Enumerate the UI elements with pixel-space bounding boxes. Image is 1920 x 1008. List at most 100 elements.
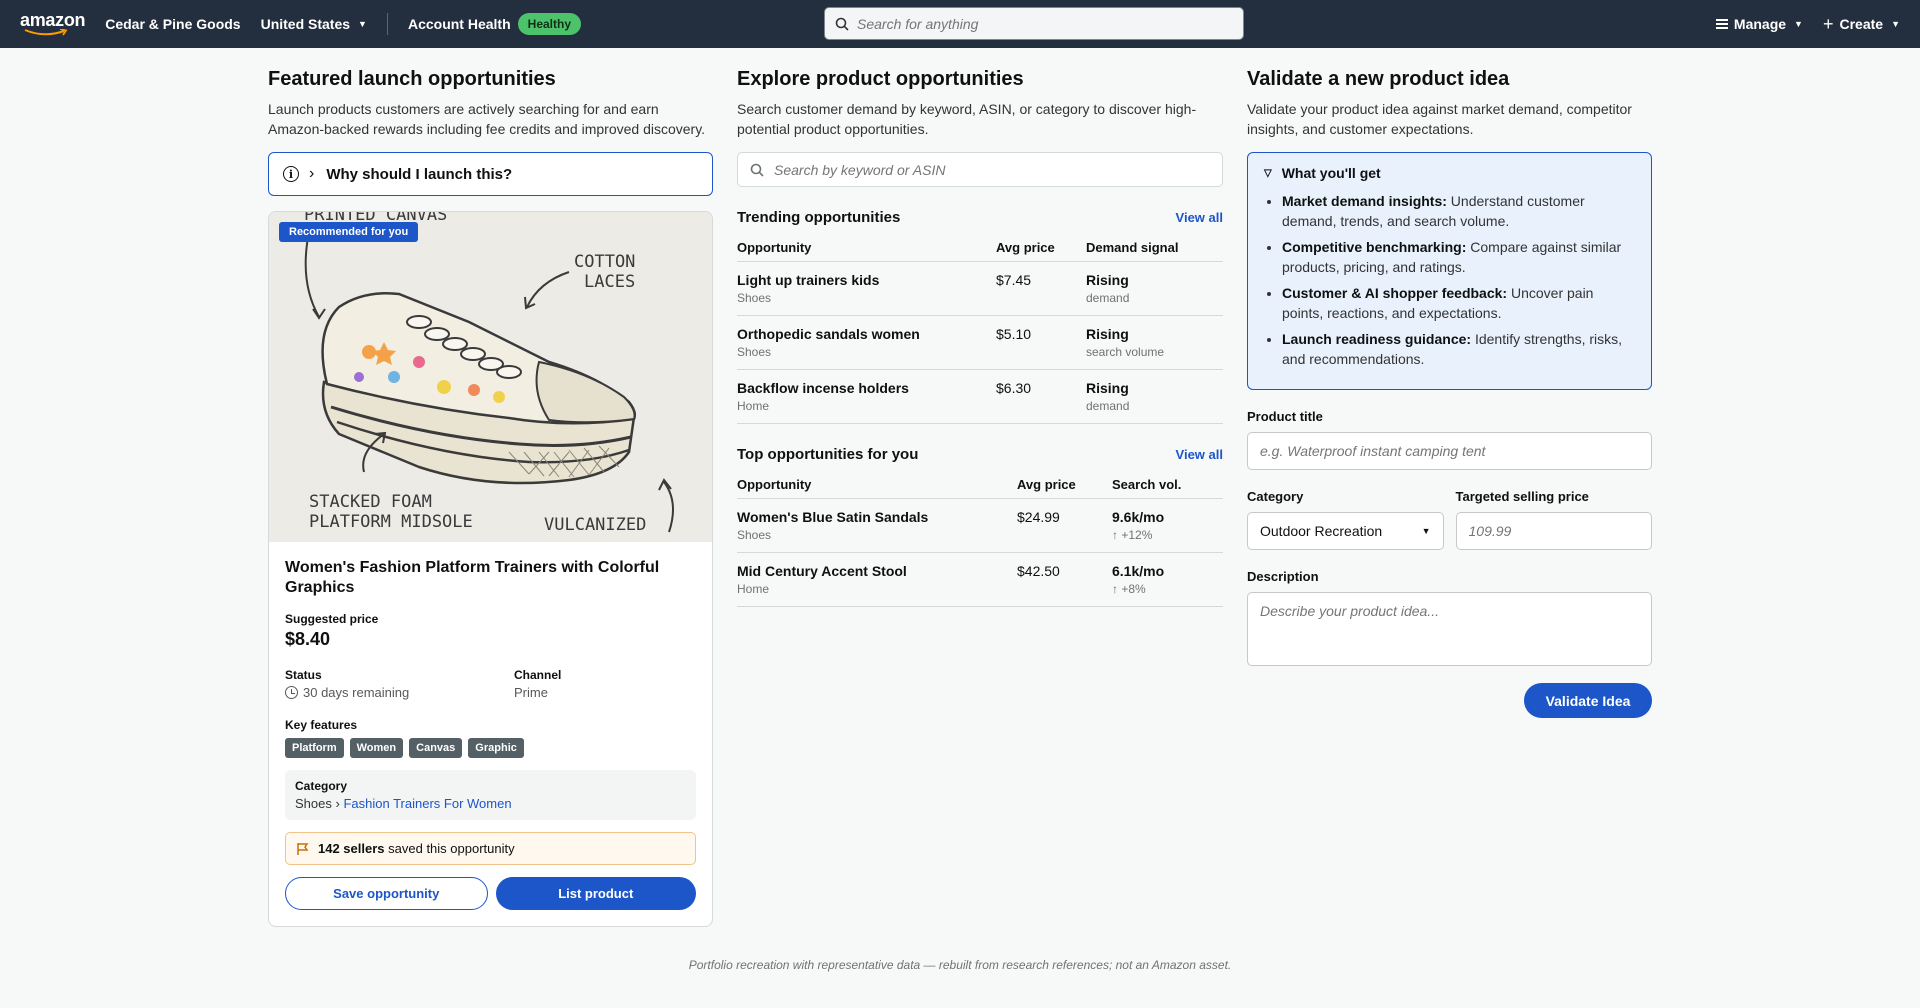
keyword-search-input[interactable] — [774, 161, 1194, 178]
category-price-row: Category Outdoor Recreation ▼ Targeted s… — [1247, 470, 1652, 550]
demand-signal: Rising demand — [1086, 370, 1223, 423]
channel-value: Prime — [514, 685, 548, 700]
avg-price: $42.50 — [1017, 563, 1060, 579]
category-field: Category Outdoor Recreation ▼ — [1247, 470, 1444, 550]
category-separator: › — [335, 796, 340, 811]
account-health-link[interactable]: Account Health — [408, 16, 511, 32]
region-selector[interactable]: United States ▼ — [261, 16, 367, 32]
top-view-all-link[interactable]: View all — [1176, 447, 1223, 462]
sellers-saved-banner: 142 sellers saved this opportunity — [285, 832, 696, 865]
featured-title: Featured launch opportunities — [268, 68, 556, 90]
opportunity-category: Home — [737, 399, 770, 413]
explore-subtitle: Search customer demand by keyword, ASIN,… — [737, 101, 1197, 137]
price-field-label: Targeted selling price — [1455, 489, 1589, 504]
table-row[interactable]: Backflow incense holders Home $6.30 Risi… — [737, 370, 1223, 424]
validate-subtitle: Validate your product idea against marke… — [1247, 101, 1632, 137]
description-label: Description — [1247, 569, 1319, 584]
store-name[interactable]: Cedar & Pine Goods — [105, 16, 240, 32]
category-root: Shoes — [295, 796, 332, 811]
card-body: Women's Fashion Platform Trainers with C… — [269, 542, 712, 926]
what-youll-get-toggle[interactable]: ▽ What you'll get — [1264, 165, 1635, 181]
opportunity-cell: Orthopedic sandals women Shoes — [737, 316, 996, 369]
clock-icon — [285, 686, 298, 699]
manage-menu[interactable]: Manage ▼ — [1715, 16, 1803, 32]
volume-change: ↑ +8% — [1112, 582, 1146, 596]
signal-value: Rising — [1086, 380, 1129, 396]
sketch-label-midsole-1: STACKED FOAM — [309, 492, 432, 512]
keyword-search[interactable] — [737, 152, 1223, 187]
column-header: Avg price — [996, 240, 1055, 255]
signal-detail: demand — [1086, 291, 1130, 305]
card-actions: Save opportunity List product — [285, 877, 696, 910]
trending-view-all-link[interactable]: View all — [1176, 210, 1223, 225]
opportunity-category: Shoes — [737, 291, 772, 305]
category-select[interactable]: Outdoor Recreation ▼ — [1247, 512, 1444, 550]
benefit-title: Customer & AI shopper feedback: — [1282, 285, 1508, 301]
opportunity-name: Backflow incense holders — [737, 380, 909, 396]
product-title-input[interactable] — [1247, 432, 1652, 470]
signal-detail: search volume — [1086, 345, 1165, 359]
global-search-input[interactable] — [857, 15, 1217, 32]
why-launch-expander[interactable]: i › Why should I launch this? — [268, 152, 713, 196]
channel-label: Channel — [514, 668, 562, 682]
caret-down-icon: ▼ — [1891, 19, 1900, 29]
search-volume: 6.1k/mo ↑ +8% — [1112, 553, 1223, 606]
manage-label: Manage — [1733, 16, 1787, 32]
category-path: Shoes › Fashion Trainers For Women — [295, 796, 686, 811]
list-product-button[interactable]: List product — [495, 877, 696, 910]
sellers-count: 142 sellers — [318, 841, 385, 856]
save-opportunity-button[interactable]: Save opportunity — [285, 877, 488, 910]
health-status-badge[interactable]: Healthy — [517, 13, 582, 35]
target-price-input[interactable] — [1455, 512, 1652, 550]
category-field-label: Category — [1247, 489, 1304, 504]
table-row[interactable]: Orthopedic sandals women Shoes $5.10 Ris… — [737, 316, 1223, 370]
what-youll-get-panel: ▽ What you'll get Market demand insights… — [1247, 152, 1652, 390]
top-table: Opportunity Avg price Search vol. Women'… — [737, 471, 1223, 607]
explore-section: Explore product opportunities Search cus… — [737, 68, 1223, 607]
table-row[interactable]: Mid Century Accent Stool Home $42.50 6.1… — [737, 553, 1223, 607]
plus-icon: + — [1822, 14, 1834, 34]
amazon-logo[interactable]: amazon — [20, 11, 86, 37]
table-row[interactable]: Light up trainers kids Shoes $7.45 Risin… — [737, 262, 1223, 316]
what-youll-get-title: What you'll get — [1281, 165, 1381, 181]
suggested-price: $8.40 — [285, 629, 331, 649]
sneaker-sketch: PRINTED CANVAS COTTON LACES STACKED FOAM… — [269, 212, 712, 542]
opportunity-category: Shoes — [737, 345, 772, 359]
recommended-badge: Recommended for you — [279, 222, 419, 242]
validate-idea-button[interactable]: Validate Idea — [1524, 683, 1652, 718]
opportunity-category: Shoes — [737, 528, 772, 542]
opportunity-name: Women's Blue Satin Sandals — [737, 509, 929, 525]
signal-value: Rising — [1086, 326, 1129, 342]
global-search[interactable] — [824, 7, 1244, 40]
category-select-value: Outdoor Recreation — [1260, 523, 1383, 539]
description-textarea[interactable] — [1247, 592, 1652, 666]
featured-subtitle: Launch products customers are actively s… — [268, 101, 706, 137]
caret-down-icon: ▼ — [1794, 19, 1803, 29]
sketch-label-midsole-2: PLATFORM MIDSOLE — [309, 512, 473, 532]
column-header: Opportunity — [737, 240, 812, 255]
sellers-text: saved this opportunity — [388, 841, 515, 856]
column-header: Search vol. — [1112, 477, 1182, 492]
flag-icon — [297, 842, 309, 855]
nav-divider — [386, 13, 388, 35]
opportunity-name: Light up trainers kids — [737, 272, 880, 288]
benefit-title: Launch readiness guidance: — [1282, 331, 1472, 347]
create-menu[interactable]: + Create ▼ — [1822, 14, 1900, 34]
status-row: Status 30 days remaining Channel Prime — [285, 668, 696, 700]
volume-value: 9.6k/mo — [1112, 509, 1165, 525]
info-icon: i — [283, 166, 299, 182]
table-row[interactable]: Women's Blue Satin Sandals Shoes $24.99 … — [737, 499, 1223, 553]
trending-header: Trending opportunities View all — [737, 209, 1223, 226]
sketch-label-vulcanized: VULCANIZED — [544, 515, 646, 535]
create-label: Create — [1839, 16, 1884, 32]
category-leaf-link[interactable]: Fashion Trainers For Women — [343, 796, 511, 811]
list-item: Customer & AI shopper feedback: Uncover … — [1282, 283, 1635, 323]
status-label: Status — [285, 668, 322, 682]
list-item: Market demand insights: Understand custo… — [1282, 191, 1635, 231]
why-launch-label: Why should I launch this? — [326, 165, 513, 183]
feature-tag: Canvas — [409, 738, 463, 758]
validate-title: Validate a new product idea — [1247, 68, 1510, 90]
trending-table: Opportunity Avg price Demand signal Ligh… — [737, 234, 1223, 424]
sketch-label-laces-1: COTTON — [574, 252, 635, 272]
opportunity-cell: Women's Blue Satin Sandals Shoes — [737, 499, 1017, 552]
